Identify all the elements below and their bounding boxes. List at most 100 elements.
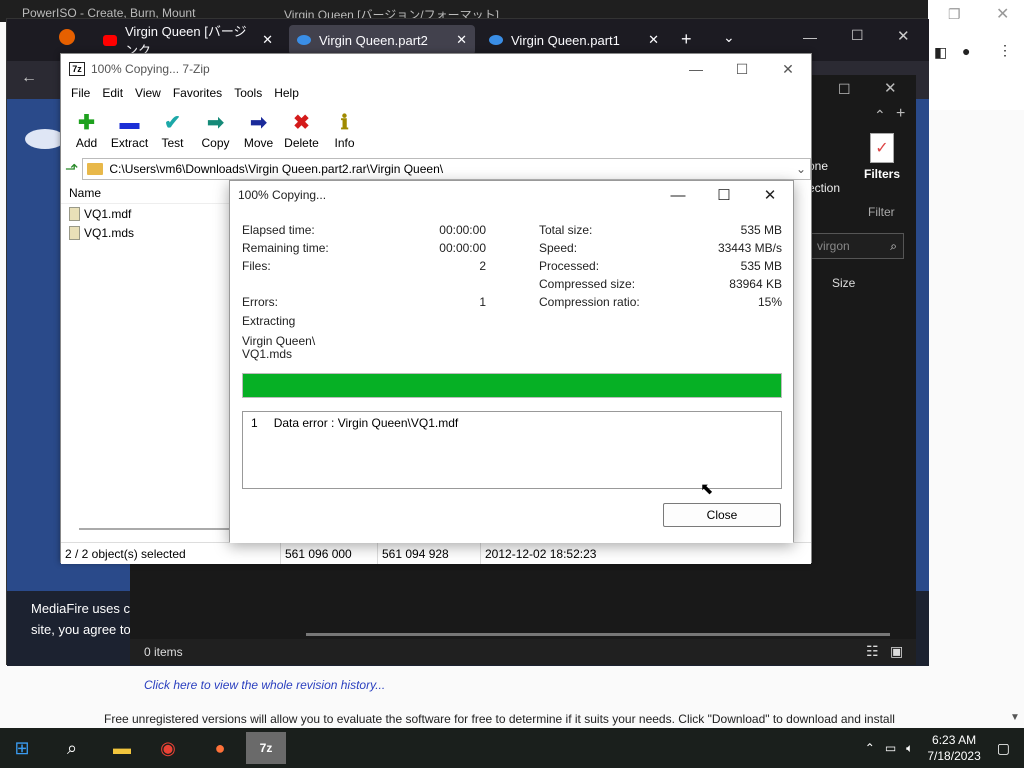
search-icon: ⌕ <box>890 238 897 253</box>
close-tab-icon[interactable]: ✕ <box>648 32 659 48</box>
copy-button[interactable]: ➡ Copy <box>194 104 237 154</box>
firefox-icon[interactable] <box>59 29 75 45</box>
folder-icon <box>87 163 104 175</box>
horizontal-scrollbar[interactable] <box>306 633 890 636</box>
sidebar-icon[interactable]: ◧ <box>934 44 947 61</box>
show-hidden-icons-icon[interactable]: ⌃ <box>865 741 875 755</box>
tab-virgin-queen-part1[interactable]: Virgin Queen.part1 ✕ <box>481 25 667 55</box>
explorer-maximize-icon[interactable]: ☐ <box>838 81 851 98</box>
explorer-close-icon[interactable]: ✕ <box>884 79 897 97</box>
sevenzip-taskbar-icon[interactable]: 7z <box>246 732 286 764</box>
extract-button[interactable]: ▬ Extract <box>108 104 151 154</box>
test-label: Test <box>161 136 184 150</box>
volume-icon[interactable]: 🔈︎ <box>906 741 913 756</box>
mouse-cursor-icon: ⬉ <box>700 481 714 498</box>
account-icon[interactable]: ● <box>962 43 970 59</box>
total-size-value: 535 MB <box>740 223 782 237</box>
close-tab-icon[interactable]: ✕ <box>456 32 467 48</box>
dialog-titlebar: 100% Copying... — ☐ ✕ <box>230 181 793 209</box>
menu-help[interactable]: Help <box>268 84 305 104</box>
menu-kebab-icon[interactable]: ⋮ <box>998 42 1012 59</box>
add-icon: ✚ <box>78 112 95 134</box>
list-item[interactable]: VQ1.mds <box>61 223 230 242</box>
add-button[interactable]: ✚ Add <box>65 104 108 154</box>
move-icon: ➡ <box>250 112 267 134</box>
menu-edit[interactable]: Edit <box>96 84 129 104</box>
close-icon[interactable]: ✕ <box>765 54 811 84</box>
minimize-icon[interactable]: — <box>673 54 719 84</box>
log-row[interactable]: 1 Data error : Virgin Queen\VQ1.mdf <box>243 412 781 434</box>
minimize-icon[interactable]: — <box>803 29 817 45</box>
chevron-down-icon[interactable]: ⌄ <box>796 162 806 176</box>
start-button-icon[interactable]: ⊞ <box>2 732 42 764</box>
extract-icon: ▬ <box>119 112 140 134</box>
file-list: Name VQ1.mdf VQ1.mds <box>61 182 231 540</box>
details-view-icon[interactable]: ☷ <box>866 643 879 660</box>
maximize-icon[interactable]: ☐ <box>701 181 747 209</box>
column-size[interactable]: Size <box>832 276 855 290</box>
chrome-icon[interactable]: ◉ <box>148 732 188 764</box>
add-label: Add <box>75 136 98 150</box>
new-tab-icon[interactable]: + <box>681 29 692 50</box>
mediafire-icon <box>297 35 311 45</box>
horizontal-scrollbar[interactable] <box>79 528 231 530</box>
move-button[interactable]: ➡ Move <box>237 104 280 154</box>
close-icon[interactable]: ✕ <box>897 27 910 45</box>
maximize-icon[interactable]: ☐ <box>719 54 765 84</box>
processed-label: Processed: <box>539 259 600 273</box>
sevenzip-toolbar: ✚ Add ▬ Extract ✔ Test ➡ Copy ➡ Move ✖ Delete … <box>61 104 811 154</box>
list-tabs-icon[interactable]: ⌄ <box>723 29 735 46</box>
close-button[interactable]: Close <box>663 503 781 527</box>
clock[interactable]: 6:23 AM 7/18/2023 <box>927 732 980 764</box>
tab-virgin-queen-part2[interactable]: Virgin Queen.part2 ✕ <box>289 25 475 55</box>
menu-file[interactable]: File <box>65 84 96 104</box>
menu-favorites[interactable]: Favorites <box>167 84 228 104</box>
progress-fill <box>243 374 781 397</box>
filters-label: Filters <box>863 167 900 181</box>
elapsed-label: Elapsed time: <box>242 223 315 237</box>
add-icon[interactable]: + <box>896 105 905 123</box>
test-button[interactable]: ✔ Test <box>151 104 194 154</box>
revision-history-link[interactable]: Click here to view the whole revision hi… <box>144 678 385 692</box>
bg-close-icon[interactable]: ✕ <box>996 4 1009 24</box>
current-file-path: Virgin Queen\ <box>242 334 316 348</box>
notifications-icon[interactable]: ▢ <box>997 740 1010 757</box>
filter-group-label: Filter <box>868 205 895 219</box>
size-status: 561 096 000 <box>281 543 378 564</box>
search-input[interactable]: virgon ⌕ <box>808 233 904 259</box>
minimize-icon[interactable]: — <box>655 181 701 209</box>
back-icon[interactable]: ← <box>21 69 37 87</box>
close-tab-icon[interactable]: ✕ <box>262 32 273 48</box>
column-name[interactable]: Name <box>61 182 230 204</box>
error-log[interactable]: 1 Data error : Virgin Queen\VQ1.mdf <box>242 411 782 489</box>
close-icon[interactable]: ✕ <box>747 181 793 209</box>
taskbar: ⊞ ⌕ ▬ ◉ ● 7z ⌃ ▭ 🔈︎ 6:23 AM 7/18/2023 ▢ <box>0 728 1024 768</box>
search-icon[interactable]: ⌕ <box>52 732 92 764</box>
info-button[interactable]: ℹ Info <box>323 104 366 154</box>
compression-ratio-label: Compression ratio: <box>539 295 640 309</box>
file-explorer-icon[interactable]: ▬ <box>102 732 142 764</box>
list-item[interactable]: VQ1.mdf <box>61 204 230 223</box>
scroll-down-icon[interactable]: ▼ <box>1010 712 1020 723</box>
collapse-ribbon-icon[interactable]: ⌃ <box>874 107 886 124</box>
bg-restore-icon[interactable]: ❐ <box>948 6 961 23</box>
menu-view[interactable]: View <box>129 84 167 104</box>
menu-tools[interactable]: Tools <box>228 84 268 104</box>
delete-button[interactable]: ✖ Delete <box>280 104 323 154</box>
maximize-icon[interactable]: ☐ <box>851 27 864 44</box>
path-input[interactable]: C:\Users\vm6\Downloads\Virgin Queen.part… <box>82 158 811 180</box>
tiles-view-icon[interactable]: ▣ <box>890 643 903 660</box>
sevenzip-title: 100% Copying... 7-Zip <box>91 62 210 76</box>
tab-youtube-virgin-queen[interactable]: Virgin Queen [バージンク ✕ <box>95 24 281 58</box>
network-icon[interactable]: ▭ <box>885 741 896 755</box>
up-folder-icon[interactable]: ⬏ <box>65 159 78 179</box>
log-index: 1 <box>251 416 258 430</box>
copy-icon: ➡ <box>207 112 224 134</box>
remaining-value: 00:00:00 <box>439 241 486 255</box>
search-value: virgon <box>817 239 850 253</box>
current-file-name: VQ1.mds <box>242 347 293 361</box>
filters-button[interactable]: ✓ Filters <box>862 133 902 201</box>
firefox-taskbar-icon[interactable]: ● <box>200 732 240 764</box>
remaining-label: Remaining time: <box>242 241 329 255</box>
speed-label: Speed: <box>539 241 578 255</box>
